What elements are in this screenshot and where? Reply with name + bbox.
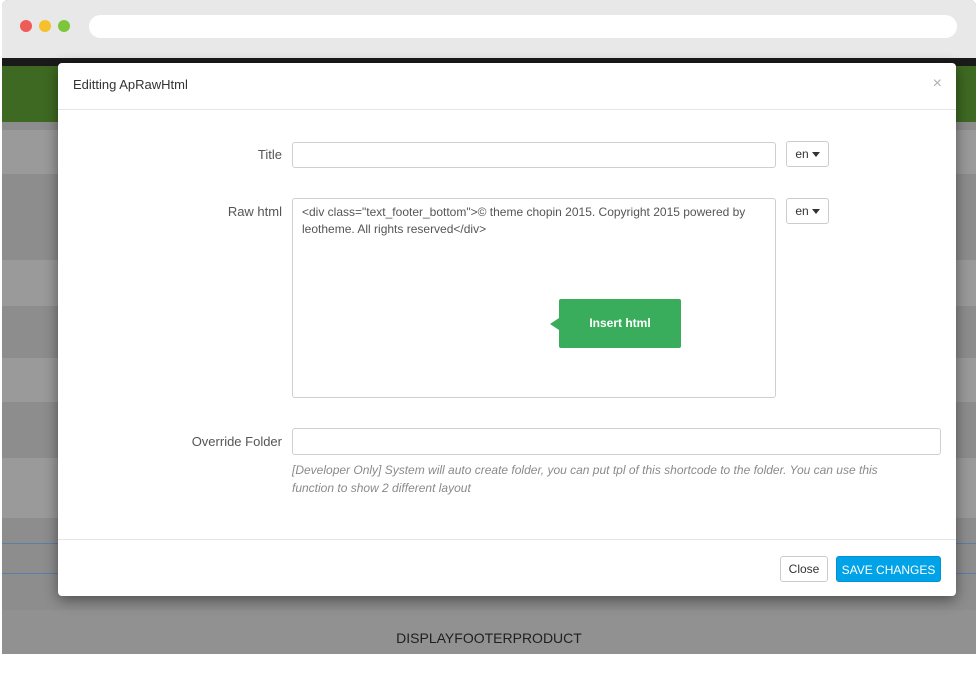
- edit-modal: Editting ApRawHtml × Title en Raw html <…: [58, 63, 956, 596]
- insert-html-tooltip: Insert html: [550, 299, 681, 348]
- override-folder-input[interactable]: [292, 428, 941, 455]
- modal-footer: Close SAVE CHANGES: [58, 539, 956, 597]
- raw-html-language-dropdown[interactable]: en: [786, 198, 829, 224]
- chevron-down-icon: [811, 152, 820, 158]
- save-changes-button[interactable]: SAVE CHANGES: [836, 556, 941, 582]
- address-bar[interactable]: [89, 15, 957, 38]
- override-help-text: [Developer Only] System will auto create…: [292, 463, 878, 495]
- raw-html-content: <div class="text_footer_bottom">© theme …: [302, 205, 746, 236]
- browser-toolbar: [2, 0, 976, 58]
- raw-html-textarea[interactable]: <div class="text_footer_bottom">© theme …: [292, 198, 776, 398]
- modal-title: Editting ApRawHtml: [73, 77, 188, 92]
- override-folder-label: Override Folder: [191, 434, 282, 449]
- raw-language-label: en: [795, 204, 809, 218]
- minimize-window-dot[interactable]: [39, 20, 51, 32]
- close-icon[interactable]: ×: [933, 75, 942, 93]
- title-language-dropdown[interactable]: en: [786, 141, 829, 167]
- close-button[interactable]: Close: [780, 556, 828, 582]
- raw-html-label: Raw html: [227, 204, 282, 219]
- title-language-label: en: [795, 147, 809, 161]
- title-label: Title: [257, 147, 282, 162]
- maximize-window-dot[interactable]: [58, 20, 70, 32]
- chevron-down-icon: [811, 209, 820, 215]
- title-input[interactable]: [292, 142, 776, 168]
- position-label: DISPLAYFOOTERPRODUCT: [2, 610, 976, 654]
- close-window-dot[interactable]: [20, 20, 32, 32]
- modal-header: Editting ApRawHtml ×: [58, 63, 956, 110]
